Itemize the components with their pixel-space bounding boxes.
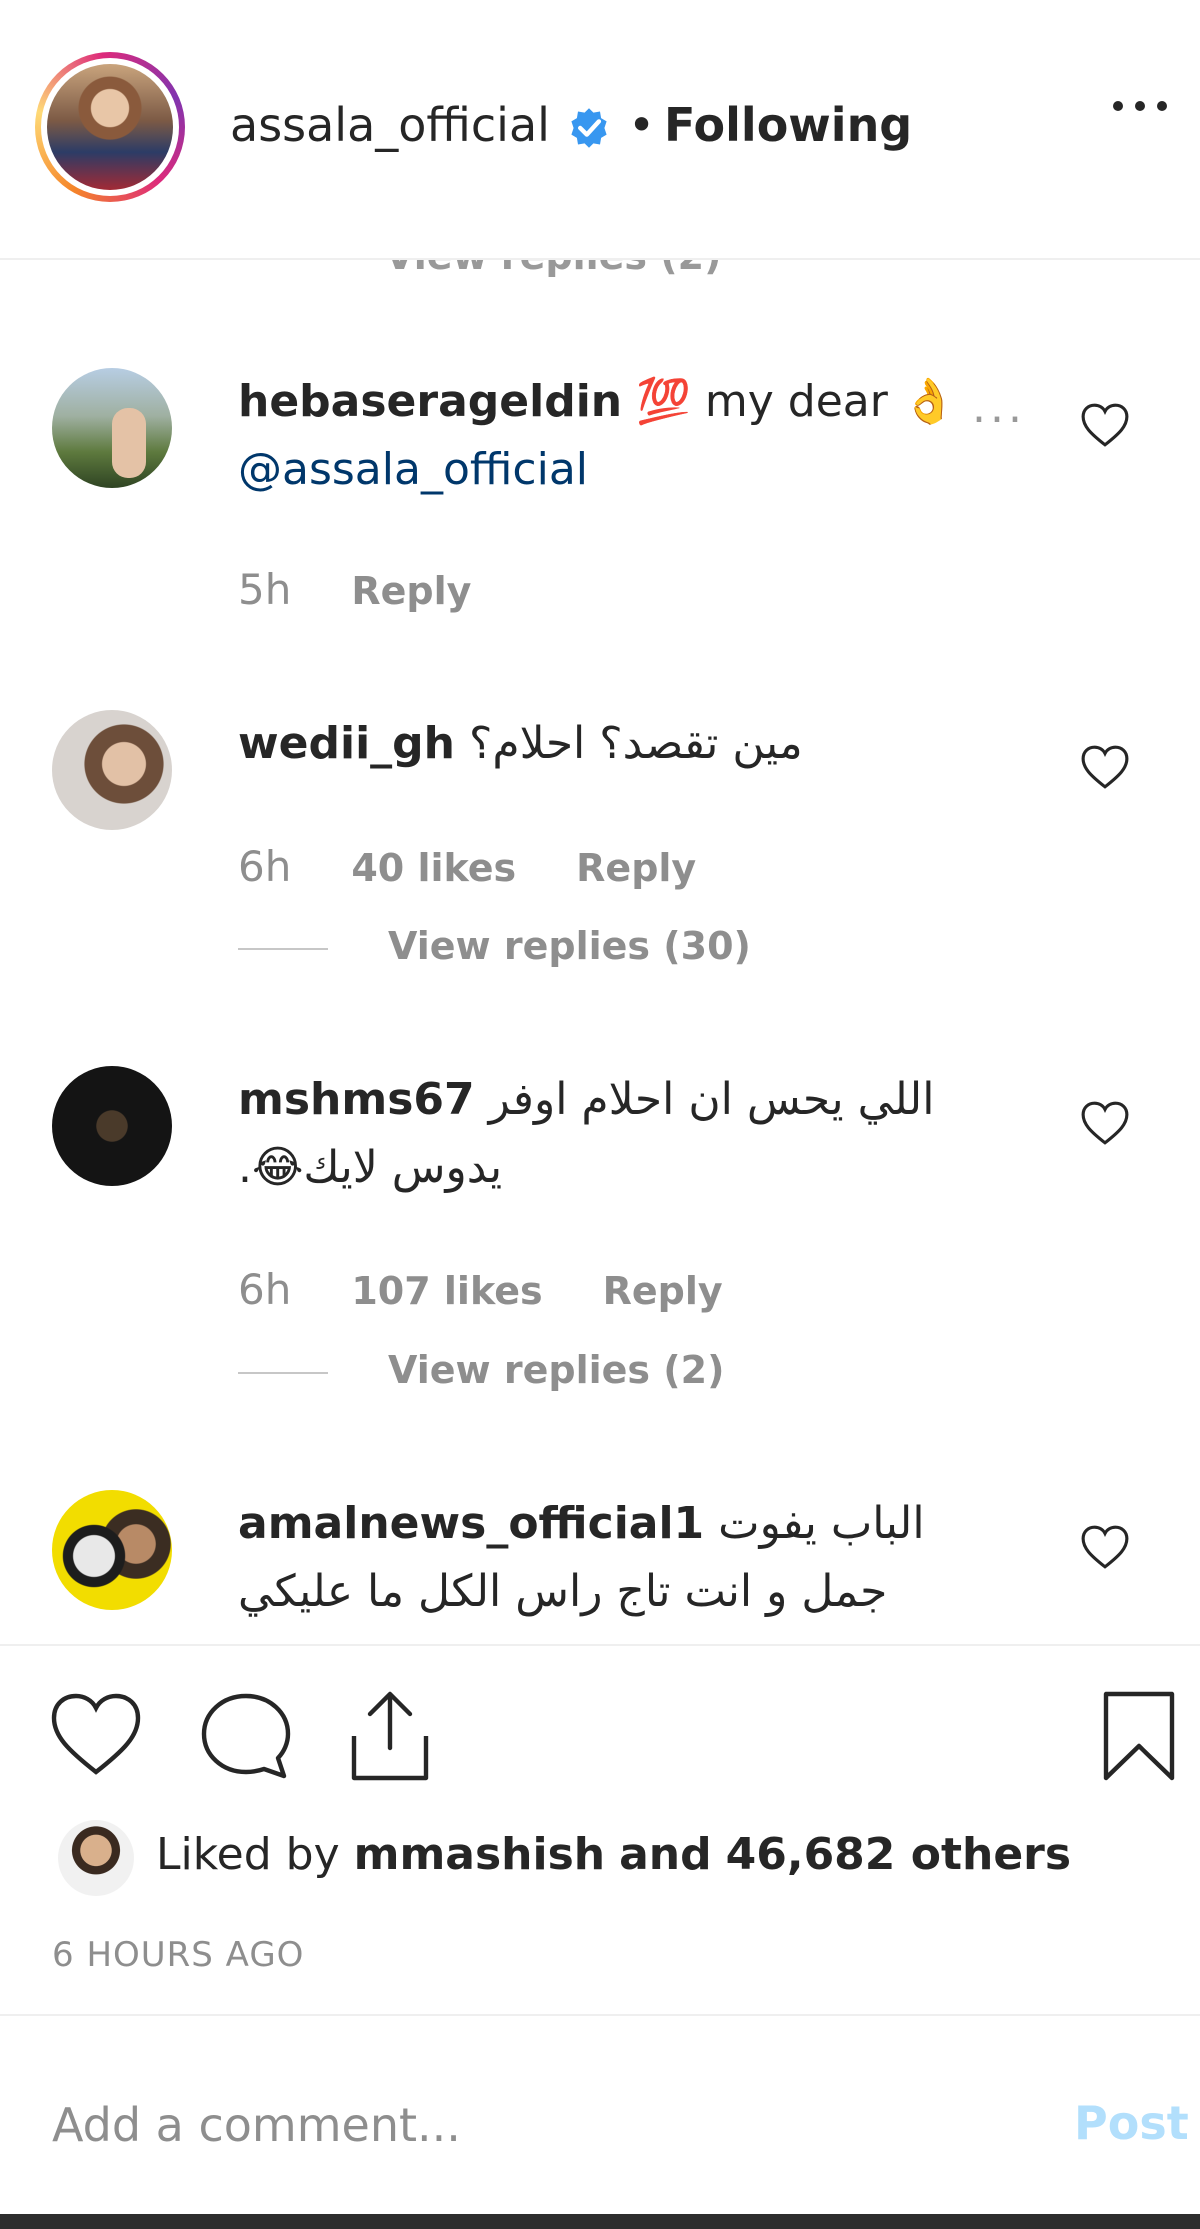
comment-reply-button[interactable]: Reply	[576, 846, 696, 890]
view-replies[interactable]: View replies (2)	[238, 1348, 724, 1392]
comment-username[interactable]: amalnews_official1	[238, 1498, 704, 1549]
comment-username[interactable]: wedii_gh	[238, 718, 455, 769]
replies-divider	[238, 1371, 328, 1374]
comment-reply-button[interactable]: Reply	[603, 1269, 723, 1313]
comment-body: 💯 my dear 👌	[636, 376, 957, 427]
next-content-strip	[0, 2214, 1200, 2229]
comment-body: مين تقصد؟ احلام؟	[468, 718, 803, 769]
post-timestamp[interactable]: 6 HOURS AGO	[52, 1935, 304, 1975]
comment-text: mshms67 اللي يحس ان احلام اوفر يدوس لايك…	[238, 1066, 998, 1202]
liked-by-others[interactable]: 46,682 others	[726, 1829, 1071, 1880]
comment-username[interactable]: hebaserageldin	[238, 376, 622, 427]
comment-reply-button[interactable]: Reply	[351, 569, 471, 613]
view-replies-link[interactable]: View replies (30)	[388, 924, 751, 968]
comment-meta: 6h 107 likes Reply	[238, 1265, 723, 1314]
comment-text: hebaserageldin 💯 my dear 👌 @assala_offic…	[238, 368, 1038, 504]
comment-more-icon[interactable]: ...	[972, 382, 1026, 433]
post-comment-button[interactable]: Post	[1074, 2096, 1189, 2150]
following-button[interactable]: Following	[664, 98, 912, 152]
more-options-icon[interactable]	[1110, 86, 1170, 126]
comment-likes-count[interactable]: 40 likes	[351, 846, 516, 890]
liked-by-user[interactable]: mmashish	[354, 1829, 606, 1880]
header-separator: •	[628, 98, 656, 152]
view-replies-link[interactable]: View replies (2)	[388, 1348, 724, 1392]
mention-link[interactable]: @assala_official	[238, 444, 588, 495]
comment-likes-count[interactable]: 107 likes	[351, 1269, 542, 1313]
view-replies[interactable]: View replies (30)	[238, 924, 751, 968]
comment-like-heart-icon[interactable]	[1080, 402, 1130, 448]
replies-divider	[238, 947, 328, 950]
liked-by-avatar[interactable]	[58, 1820, 134, 1896]
share-icon[interactable]	[348, 1688, 432, 1784]
comment-time: 6h	[238, 842, 292, 891]
header-username[interactable]: assala_official	[230, 98, 550, 152]
post-header: assala_official • Following	[0, 0, 1200, 260]
comment-like-heart-icon[interactable]	[1080, 1524, 1130, 1570]
comment-like-heart-icon[interactable]	[1080, 744, 1130, 790]
verified-badge-icon	[571, 108, 607, 148]
comment-username[interactable]: mshms67	[238, 1074, 475, 1125]
comment-avatar[interactable]	[52, 710, 172, 830]
comment-like-heart-icon[interactable]	[1080, 1100, 1130, 1146]
liked-by-summary: Liked by mmashish and 46,682 others	[156, 1829, 1071, 1880]
comment-time: 6h	[238, 1265, 292, 1314]
profile-avatar[interactable]	[35, 52, 185, 202]
comment-meta: 6h 40 likes Reply	[238, 842, 696, 891]
comment-text: amalnews_official1 الباب يفوت جمل و انت …	[238, 1490, 998, 1626]
comment-meta: 5h Reply	[238, 565, 471, 614]
save-bookmark-icon[interactable]	[1100, 1688, 1178, 1784]
comment-bubble-icon[interactable]	[198, 1690, 294, 1782]
comment-avatar[interactable]	[52, 1066, 172, 1186]
add-comment-input[interactable]	[52, 2090, 1012, 2160]
comment-text: wedii_gh مين تقصد؟ احلام؟	[238, 710, 1038, 778]
comment-avatar[interactable]	[52, 1490, 172, 1610]
like-heart-icon[interactable]	[48, 1690, 144, 1778]
liked-by-prefix: Liked by	[156, 1829, 340, 1880]
profile-photo	[47, 64, 173, 190]
comment-avatar[interactable]	[52, 368, 172, 488]
comment-time: 5h	[238, 565, 292, 614]
liked-by-connector: and	[619, 1829, 712, 1880]
